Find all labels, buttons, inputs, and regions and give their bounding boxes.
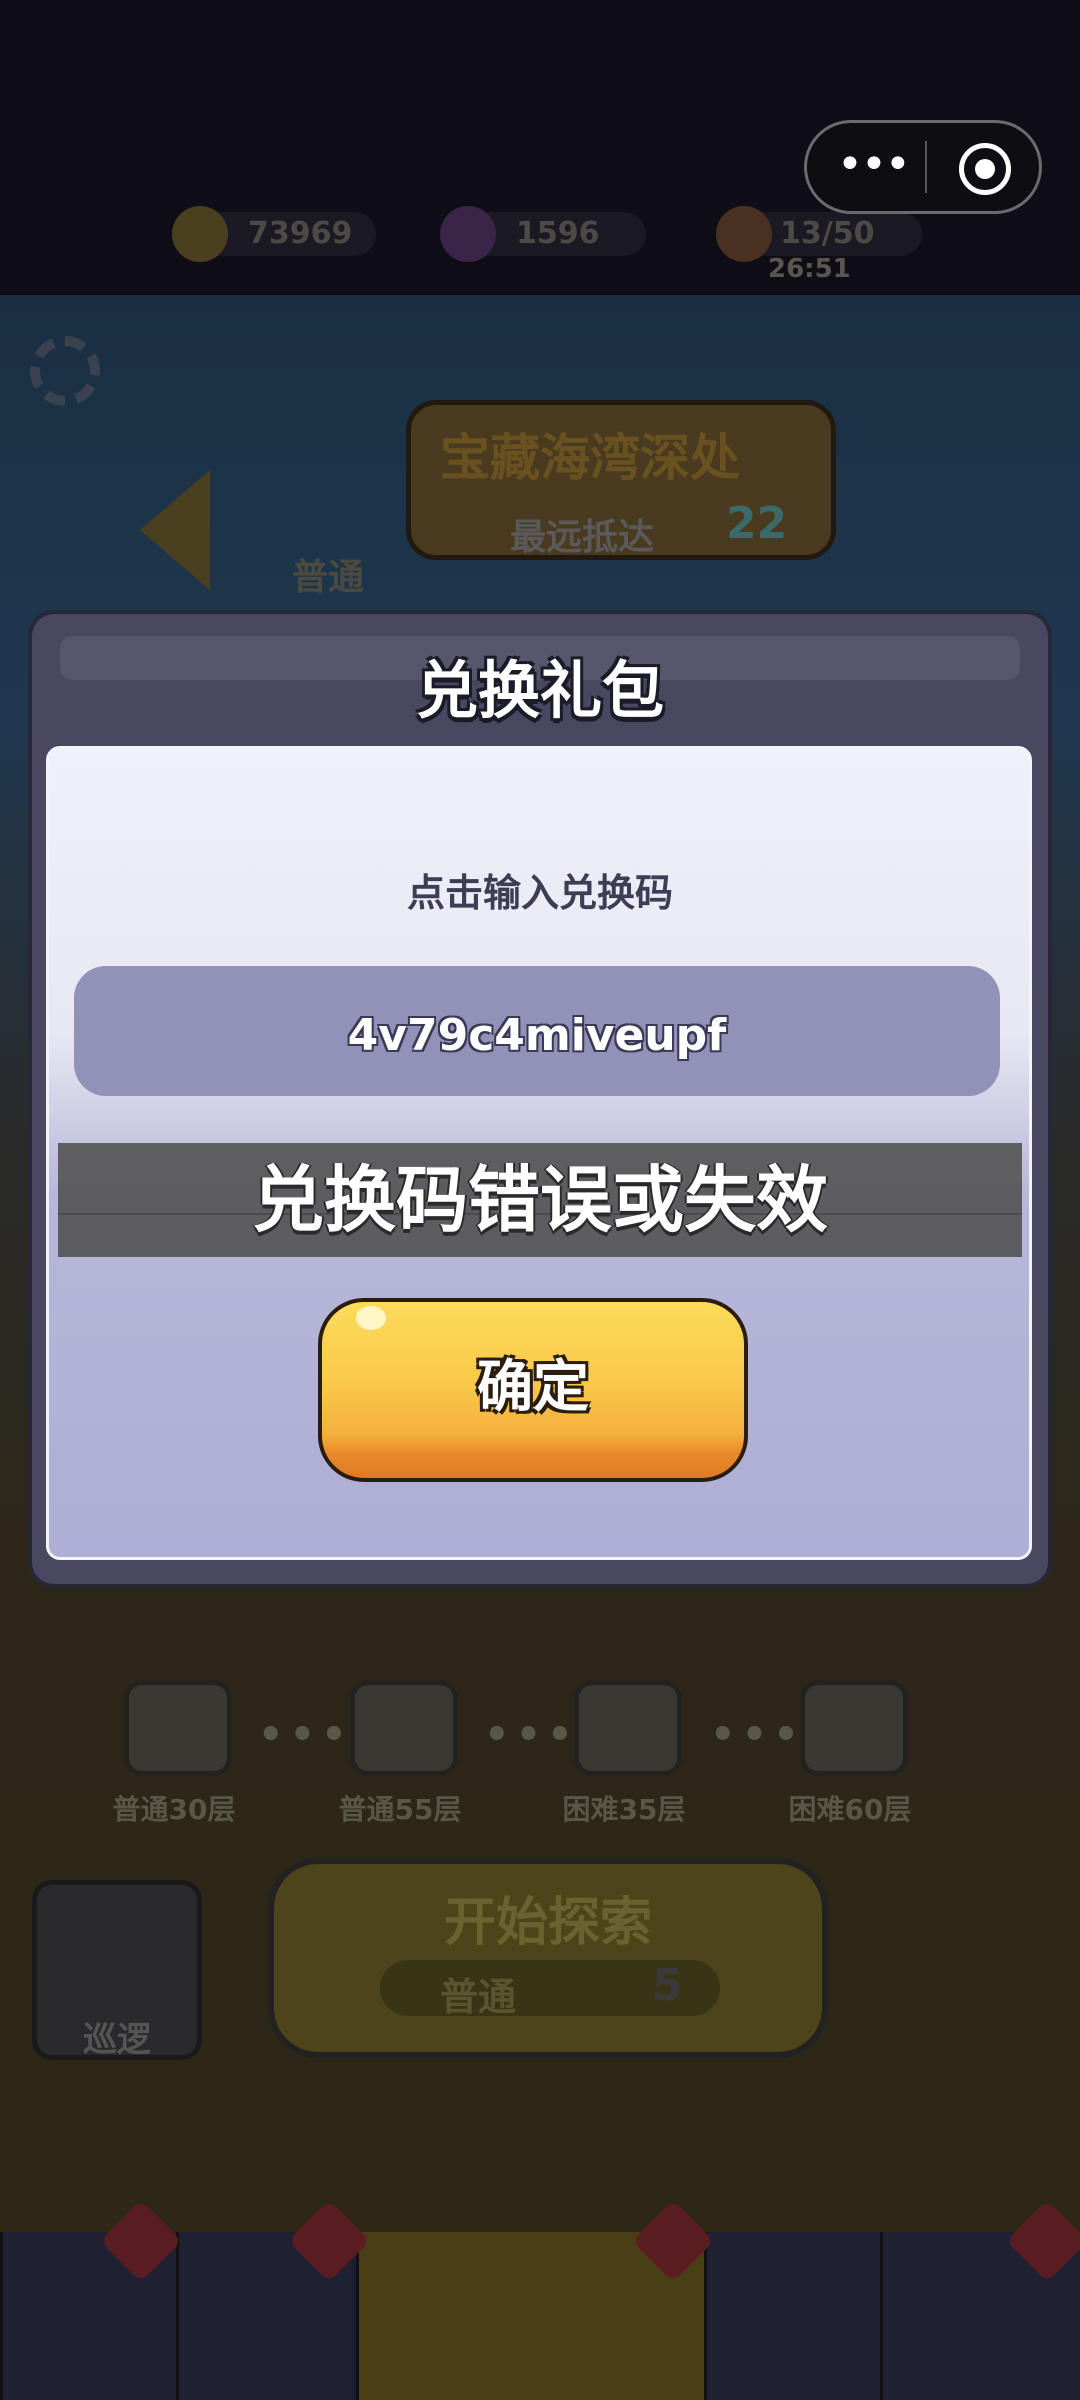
capsule-divider <box>925 141 927 193</box>
chest-icon[interactable] <box>124 1680 232 1776</box>
chest-icon[interactable] <box>350 1680 458 1776</box>
more-dots-icon[interactable]: ••• <box>837 143 911 193</box>
redeem-code-input[interactable]: 4v79c4miveupf <box>74 966 1000 1096</box>
start-mode-label: 普通 <box>440 1975 517 2019</box>
dialog-title: 兑换礼包 <box>415 654 664 727</box>
gem-value: 1596 <box>516 216 600 251</box>
confirm-button-label: 确定 <box>477 1355 589 1420</box>
energy-counter: 13/50 <box>716 206 922 262</box>
ellipsis-icon: ••• <box>258 1712 353 1758</box>
stage-title: 宝藏海湾深处 <box>440 429 740 487</box>
record-icon[interactable] <box>959 143 1011 195</box>
ellipsis-icon: ••• <box>710 1712 805 1758</box>
start-cost-value: 5 <box>652 1960 683 2011</box>
miniprogram-capsule: ••• <box>804 120 1042 214</box>
energy-timer: 26:51 <box>768 254 851 284</box>
chest-label: 普通30层 <box>112 1793 236 1826</box>
tab-skills[interactable] <box>704 2232 880 2400</box>
chest-icon[interactable] <box>574 1680 682 1776</box>
gold-counter: 73969 <box>172 206 376 262</box>
gem-icon <box>440 206 496 262</box>
farthest-reached-value: 22 <box>726 498 788 549</box>
code-prompt: 点击输入兑换码 <box>406 871 673 915</box>
chest-label: 困难35层 <box>562 1793 686 1826</box>
energy-icon <box>716 206 772 262</box>
patrol-label: 巡逻 <box>83 2020 151 2060</box>
chest-label: 普通55层 <box>338 1793 462 1826</box>
chest-icon[interactable] <box>800 1680 908 1776</box>
ellipsis-icon: ••• <box>484 1712 579 1758</box>
error-toast-text: 兑换码错误或失效 <box>251 1158 828 1242</box>
chest-label: 困难60层 <box>788 1793 912 1826</box>
settings-gear-icon[interactable] <box>30 336 100 406</box>
start-explore-label: 开始探索 <box>443 1893 652 1953</box>
gold-value: 73969 <box>248 216 353 251</box>
mode-label: 普通 <box>292 557 365 598</box>
energy-value: 13/50 <box>780 216 875 251</box>
prev-stage-arrow-icon[interactable] <box>140 470 210 590</box>
gem-counter: 1596 <box>440 206 646 262</box>
farthest-reached-label: 最远抵达 <box>510 517 655 558</box>
gold-coin-icon <box>172 206 228 262</box>
